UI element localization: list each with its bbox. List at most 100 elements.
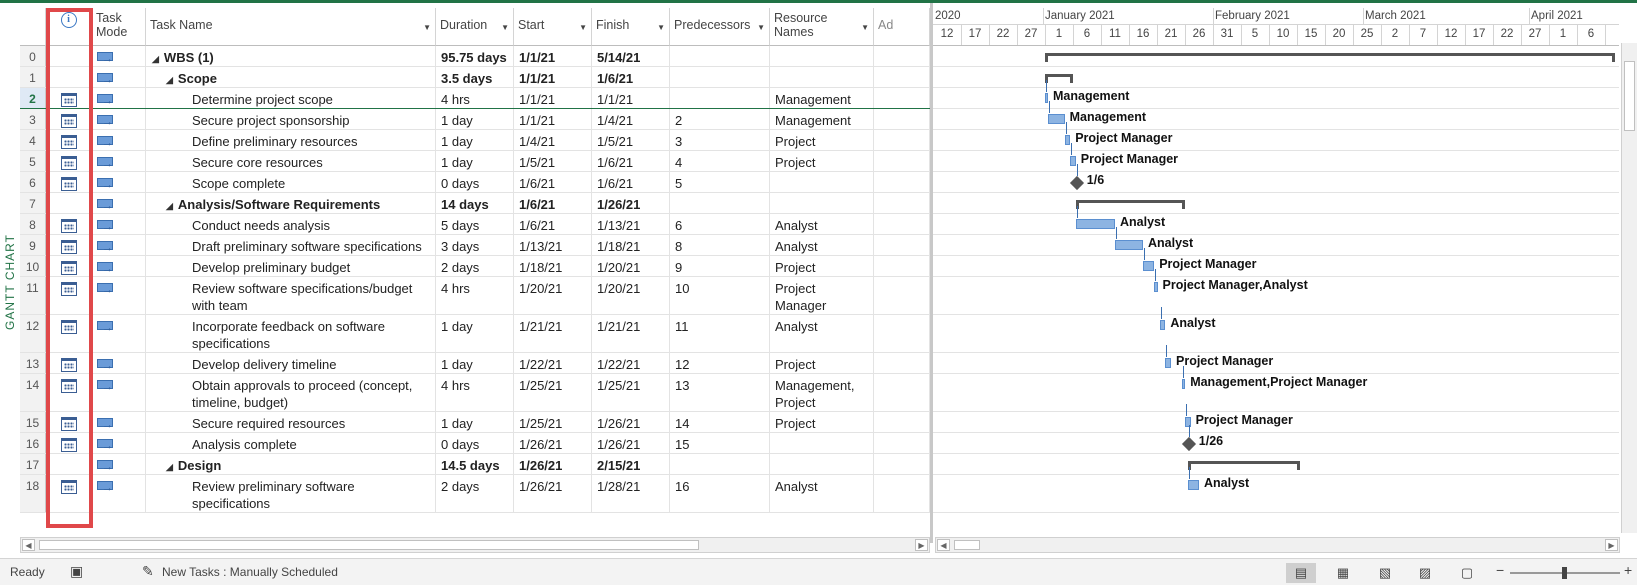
predecessors-cell[interactable]: 4 <box>670 151 770 171</box>
duration-cell[interactable]: 4 hrs <box>436 88 514 108</box>
duration-cell[interactable]: 1 day <box>436 353 514 373</box>
predecessors-cell[interactable]: 2 <box>670 109 770 129</box>
task-name-cell[interactable]: Determine project scope <box>146 88 436 108</box>
row-id[interactable]: 18 <box>20 475 46 512</box>
resource-cell[interactable] <box>770 46 874 66</box>
zoom-slider[interactable] <box>1510 567 1620 579</box>
task-name-cell[interactable]: Develop preliminary budget <box>146 256 436 276</box>
start-cell[interactable]: 1/13/21 <box>514 235 592 255</box>
table-row[interactable]: 5 Secure core resources 1 day1/5/211/6/214… <box>20 151 932 172</box>
table-row[interactable]: 0 ◢ WBS (1) 95.75 days1/1/215/14/21 <box>20 46 932 67</box>
finish-cell[interactable]: 1/26/21 <box>592 433 670 453</box>
table-row[interactable]: 10 Develop preliminary budget 2 days1/18/2… <box>20 256 932 277</box>
duration-cell[interactable]: 4 hrs <box>436 277 514 314</box>
predecessors-cell[interactable]: 9 <box>670 256 770 276</box>
indicator-cell[interactable] <box>46 235 92 255</box>
start-cell[interactable]: 1/26/21 <box>514 433 592 453</box>
chevron-down-icon[interactable]: ▼ <box>861 23 869 32</box>
indicator-cell[interactable] <box>46 214 92 234</box>
table-row[interactable]: 6Scope complete0 days1/6/211/6/215 <box>20 172 932 193</box>
task-bar[interactable] <box>1115 240 1143 250</box>
row-id[interactable]: 1 <box>20 67 46 87</box>
task-bar[interactable] <box>1075 219 1115 229</box>
add-column-cell[interactable] <box>874 256 930 276</box>
add-column-cell[interactable] <box>874 151 930 171</box>
finish-cell[interactable]: 1/6/21 <box>592 151 670 171</box>
pin-icon[interactable]: ✎ <box>142 563 154 580</box>
resource-cell[interactable]: Project Manager <box>770 256 874 276</box>
start-cell[interactable]: 1/6/21 <box>514 172 592 192</box>
start-cell[interactable]: 1/5/21 <box>514 151 592 171</box>
task-name-cell[interactable]: ◢ Design <box>146 454 436 474</box>
resource-cell[interactable] <box>770 67 874 87</box>
add-column-cell[interactable] <box>874 315 930 352</box>
indicator-cell[interactable] <box>46 67 92 87</box>
add-column-cell[interactable] <box>874 433 930 453</box>
duration-cell[interactable]: 14.5 days <box>436 454 514 474</box>
row-id[interactable]: 5 <box>20 151 46 171</box>
task-bar[interactable] <box>1187 480 1199 490</box>
collapse-icon[interactable]: ◢ <box>166 75 173 85</box>
task-bar[interactable] <box>1064 135 1071 145</box>
scroll-left-icon[interactable]: ◀ <box>937 539 950 551</box>
indicator-cell[interactable] <box>46 109 92 129</box>
finish-cell[interactable]: 1/20/21 <box>592 277 670 314</box>
table-row[interactable]: 11 Review software specifications/budget … <box>20 277 932 315</box>
add-column-cell[interactable] <box>874 193 930 213</box>
task-bar[interactable] <box>1070 156 1076 166</box>
predecessors-cell[interactable] <box>670 46 770 66</box>
chevron-down-icon[interactable]: ▼ <box>501 23 509 32</box>
add-column-cell[interactable] <box>874 67 930 87</box>
corner-header[interactable] <box>20 8 46 46</box>
resource-cell[interactable]: Analyst <box>770 315 874 352</box>
milestone-diamond[interactable] <box>1181 436 1196 452</box>
timescale-top-tier[interactable]: 2020 January 2021 February 2021 March 2021 A… <box>933 8 1619 25</box>
duration-cell[interactable]: 1 day <box>436 151 514 171</box>
task-mode-cell[interactable] <box>92 109 146 129</box>
resource-cell[interactable] <box>770 433 874 453</box>
resource-cell[interactable]: Project Manager <box>770 151 874 171</box>
task-mode-cell[interactable] <box>92 172 146 192</box>
predecessors-cell[interactable]: 14 <box>670 412 770 432</box>
predecessors-cell[interactable]: 15 <box>670 433 770 453</box>
table-row[interactable]: 14 Obtain approvals to proceed (concept, … <box>20 374 932 412</box>
task-name-cell[interactable]: ◢ WBS (1) <box>146 46 436 66</box>
task-mode-cell[interactable] <box>92 214 146 234</box>
duration-cell[interactable]: 2 days <box>436 256 514 276</box>
start-cell[interactable]: 1/22/21 <box>514 353 592 373</box>
row-id[interactable]: 3 <box>20 109 46 129</box>
add-column-cell[interactable] <box>874 130 930 150</box>
row-id[interactable]: 10 <box>20 256 46 276</box>
add-column-cell[interactable] <box>874 172 930 192</box>
task-mode-cell[interactable] <box>92 412 146 432</box>
task-name-cell[interactable]: Incorporate feedback on software specifi… <box>146 315 436 352</box>
summary-bar[interactable] <box>1045 53 1615 62</box>
task-bar[interactable] <box>1159 320 1166 330</box>
task-bar[interactable] <box>1182 379 1186 389</box>
predecessors-cell[interactable] <box>670 67 770 87</box>
predecessors-cell[interactable]: 10 <box>670 277 770 314</box>
task-name-cell[interactable]: Secure project sponsorship <box>146 109 436 129</box>
resource-cell[interactable] <box>770 454 874 474</box>
task-name-cell[interactable]: Review software specifications/budget wi… <box>146 277 436 314</box>
milestone-diamond[interactable] <box>1069 175 1084 191</box>
indicator-cell[interactable] <box>46 277 92 314</box>
duration-cell[interactable]: 1 day <box>436 130 514 150</box>
resource-cell[interactable] <box>770 172 874 192</box>
predecessors-cell[interactable]: 13 <box>670 374 770 411</box>
row-id[interactable]: 15 <box>20 412 46 432</box>
indicators-header[interactable]: i <box>46 8 92 46</box>
table-row[interactable]: 3 Secure project sponsorship 1 day1/1/211/… <box>20 109 932 130</box>
scroll-right-icon[interactable]: ▶ <box>1605 539 1618 551</box>
task-mode-header[interactable]: Task Mode <box>92 8 146 46</box>
table-row[interactable]: 16Analysis complete0 days1/26/211/26/211… <box>20 433 932 454</box>
task-usage-view-icon[interactable]: ▦ <box>1328 563 1358 583</box>
add-column-cell[interactable] <box>874 235 930 255</box>
zoom-in-icon[interactable]: + <box>1624 562 1632 578</box>
finish-cell[interactable]: 1/4/21 <box>592 109 670 129</box>
summary-bar[interactable] <box>1045 74 1073 83</box>
start-cell[interactable]: 1/1/21 <box>514 109 592 129</box>
start-cell[interactable]: 1/25/21 <box>514 412 592 432</box>
scroll-thumb[interactable] <box>954 540 980 550</box>
finish-cell[interactable]: 1/20/21 <box>592 256 670 276</box>
